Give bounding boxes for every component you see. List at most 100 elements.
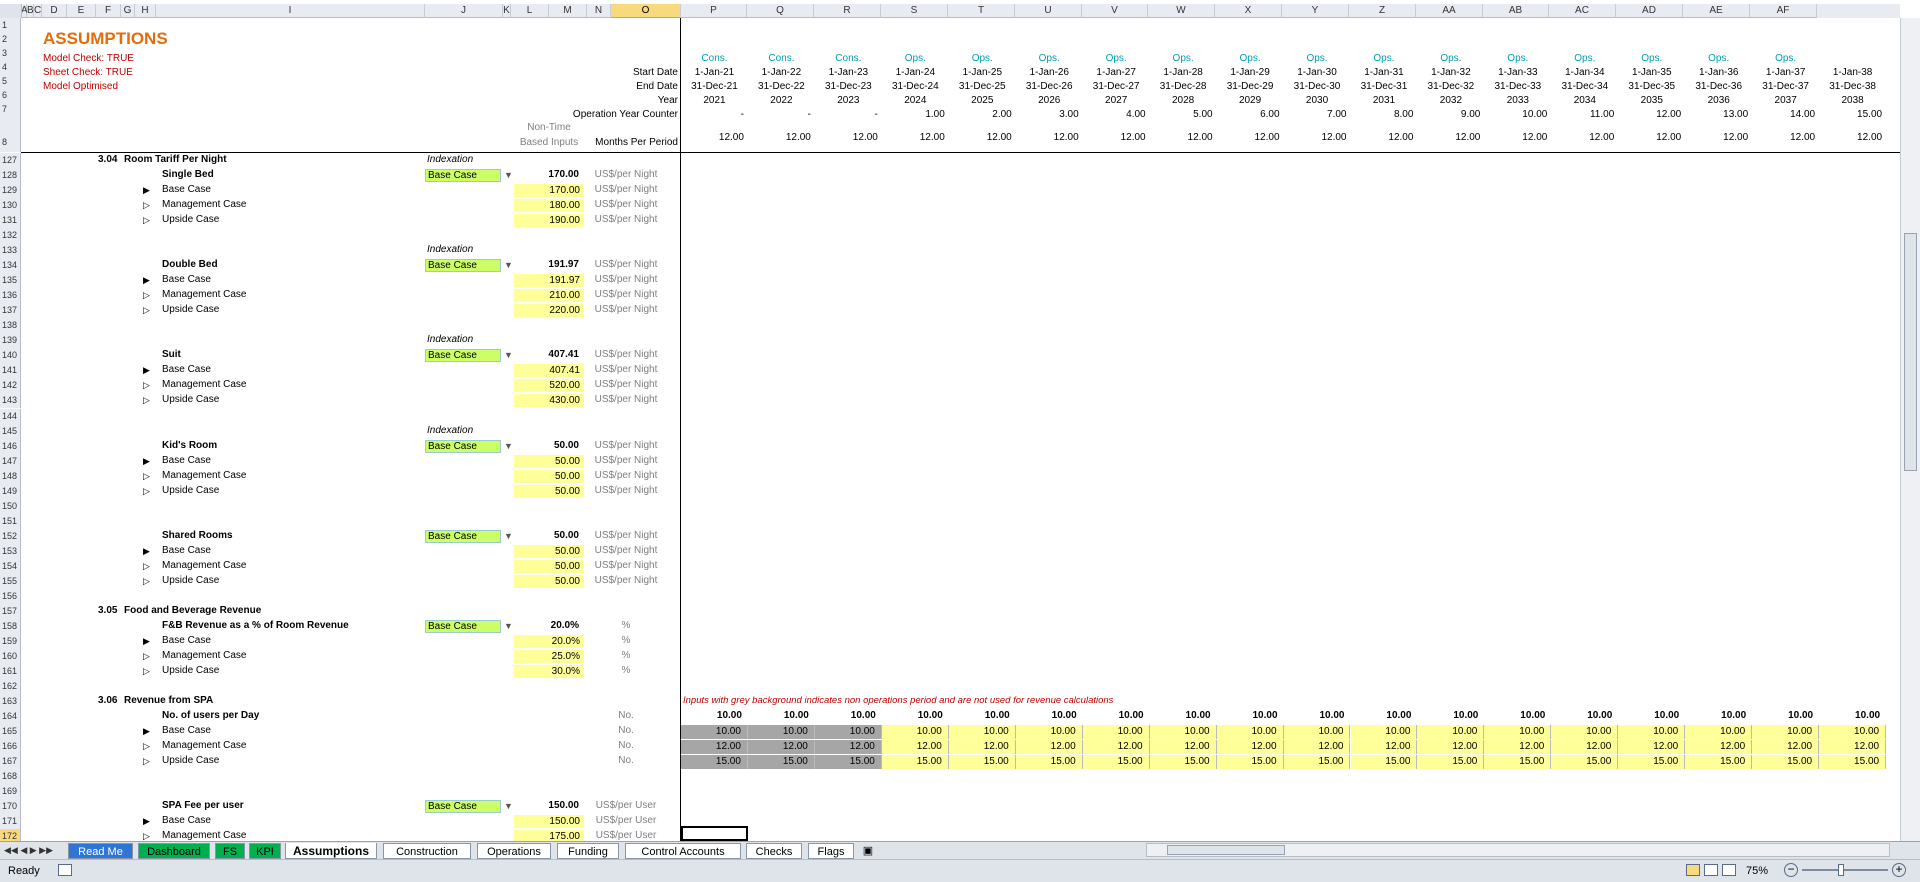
timeline-start-cell[interactable]: 1-Jan-26 <box>1016 66 1083 80</box>
spa-users-input[interactable]: 10.00 <box>1484 725 1552 740</box>
column-header-u[interactable]: U <box>1015 4 1082 18</box>
timeline-counter-cell[interactable]: 6.00 <box>1217 108 1279 122</box>
case-input[interactable]: 50.00 <box>514 544 584 558</box>
spa-users-input[interactable]: 15.00 <box>747 755 815 770</box>
column-header-c[interactable]: C <box>34 4 42 18</box>
timeline-months-cell[interactable]: 12.00 <box>748 131 811 145</box>
zoom-level[interactable]: 75% <box>1746 864 1768 878</box>
timeline-end-cell[interactable]: 31-Dec-35 <box>1618 80 1685 94</box>
spa-users-input[interactable]: 12.00 <box>1283 740 1351 755</box>
tab-nav-arrows[interactable]: ◀◀ ◀ ▶ ▶▶ <box>4 843 53 857</box>
timeline-year-cell[interactable]: 2025 <box>949 94 1016 108</box>
timeline-months-cell[interactable]: 12.00 <box>815 131 878 145</box>
timeline-year-cell[interactable]: 2037 <box>1752 94 1819 108</box>
timeline-end-cell[interactable]: 31-Dec-24 <box>882 80 949 94</box>
row-header-158[interactable]: 158 <box>0 618 21 634</box>
row-header-129[interactable]: 129 <box>0 183 21 199</box>
case-selector[interactable]: Base Case <box>425 259 501 273</box>
row-header-3[interactable]: 3 <box>0 46 21 60</box>
tab-checks[interactable]: Checks <box>746 843 802 859</box>
row-header-162[interactable]: 162 <box>0 679 21 695</box>
row-header-139[interactable]: 139 <box>0 333 21 349</box>
row-header-160[interactable]: 160 <box>0 648 21 664</box>
insert-sheet-icon[interactable]: ▣ <box>858 843 878 859</box>
row-header-1[interactable]: 1 <box>0 18 21 32</box>
timeline-counter-cell[interactable]: 1.00 <box>882 108 944 122</box>
timeline-months-cell[interactable]: 12.00 <box>1551 131 1614 145</box>
timeline-end-cell[interactable]: 31-Dec-28 <box>1150 80 1217 94</box>
timeline-months-cell[interactable]: 12.00 <box>1484 131 1547 145</box>
tab-flags[interactable]: Flags <box>808 843 854 859</box>
vertical-scrollbar-thumb[interactable] <box>1904 233 1917 471</box>
timeline-start-cell[interactable]: 1-Jan-38 <box>1819 66 1886 80</box>
timeline-year-cell[interactable]: 2028 <box>1150 94 1217 108</box>
case-selector[interactable]: Base Case <box>425 169 501 183</box>
row-header-154[interactable]: 154 <box>0 558 21 574</box>
spa-users-input[interactable]: 12.00 <box>1216 740 1284 755</box>
timeline-counter-cell[interactable]: 9.00 <box>1417 108 1480 122</box>
column-header-i[interactable]: I <box>156 4 425 18</box>
timeline-end-cell[interactable]: 31-Dec-37 <box>1752 80 1819 94</box>
column-header-v[interactable]: V <box>1082 4 1148 18</box>
timeline-start-cell[interactable]: 1-Jan-28 <box>1150 66 1217 80</box>
row-header-164[interactable]: 164 <box>0 709 21 725</box>
timeline-phase-cell[interactable]: Ops. <box>1284 52 1351 66</box>
tab-funding[interactable]: Funding <box>557 843 619 859</box>
column-header-p[interactable]: P <box>681 4 747 18</box>
timeline-end-cell[interactable]: 31-Dec-26 <box>1016 80 1083 94</box>
timeline-end-cell[interactable]: 31-Dec-31 <box>1351 80 1418 94</box>
row-header-137[interactable]: 137 <box>0 303 21 319</box>
spa-users-input[interactable]: 10.00 <box>1618 725 1686 740</box>
spa-users-input[interactable]: 15.00 <box>1484 755 1552 770</box>
case-input[interactable]: 150.00 <box>514 815 584 829</box>
spa-users-input[interactable]: 15.00 <box>1015 755 1083 770</box>
timeline-end-cell[interactable]: 31-Dec-21 <box>681 80 748 94</box>
timeline-phase-cell[interactable]: Cons. <box>681 52 748 66</box>
timeline-counter-cell[interactable]: - <box>815 108 877 122</box>
timeline-phase-cell[interactable]: Ops. <box>1351 52 1418 66</box>
timeline-phase-cell[interactable]: Ops. <box>1685 52 1752 66</box>
row-header-163[interactable]: 163 <box>0 694 21 710</box>
timeline-start-cell[interactable]: 1-Jan-30 <box>1284 66 1351 80</box>
spa-users-input[interactable]: 15.00 <box>1149 755 1217 770</box>
column-header-s[interactable]: S <box>881 4 948 18</box>
spa-users-input[interactable]: 15.00 <box>1216 755 1284 770</box>
spa-users-input[interactable]: 10.00 <box>1685 725 1753 740</box>
column-header-n[interactable]: N <box>587 4 611 18</box>
row-header-150[interactable]: 150 <box>0 498 21 514</box>
spa-users-input[interactable]: 12.00 <box>948 740 1016 755</box>
row-header-149[interactable]: 149 <box>0 483 21 499</box>
case-input[interactable]: 30.0% <box>514 665 584 679</box>
spa-users-input[interactable]: 10.00 <box>1283 725 1351 740</box>
horizontal-scrollbar[interactable] <box>1146 843 1890 857</box>
spa-users-input[interactable]: 12.00 <box>1618 740 1686 755</box>
column-header-e[interactable]: E <box>67 4 96 18</box>
spa-users-input[interactable]: 12.00 <box>1149 740 1217 755</box>
timeline-start-cell[interactable]: 1-Jan-24 <box>882 66 949 80</box>
timeline-end-cell[interactable]: 31-Dec-38 <box>1819 80 1886 94</box>
timeline-months-cell[interactable]: 12.00 <box>1150 131 1213 145</box>
timeline-year-cell[interactable]: 2038 <box>1819 94 1886 108</box>
case-input[interactable]: 25.0% <box>514 649 584 663</box>
row-header-145[interactable]: 145 <box>0 423 21 439</box>
spa-users-input[interactable]: 15.00 <box>1350 755 1418 770</box>
spa-users-input[interactable]: 10.00 <box>1015 725 1083 740</box>
timeline-counter-cell[interactable]: 4.00 <box>1083 108 1145 122</box>
spa-users-input[interactable]: 10.00 <box>1149 725 1217 740</box>
spa-users-input[interactable]: 12.00 <box>681 740 748 755</box>
timeline-months-cell[interactable]: 12.00 <box>1618 131 1681 145</box>
spa-users-input[interactable]: 15.00 <box>1685 755 1753 770</box>
spa-users-input[interactable]: 12.00 <box>1015 740 1083 755</box>
spa-users-input[interactable]: 10.00 <box>1216 725 1284 740</box>
timeline-phase-cell[interactable]: Cons. <box>815 52 882 66</box>
timeline-counter-cell[interactable]: 13.00 <box>1685 108 1748 122</box>
timeline-year-cell[interactable]: 2021 <box>681 94 748 108</box>
column-header-ab[interactable]: AB <box>1483 4 1549 18</box>
spa-users-input[interactable]: 15.00 <box>814 755 882 770</box>
column-header-y[interactable]: Y <box>1282 4 1349 18</box>
row-header-140[interactable]: 140 <box>0 348 21 364</box>
tab-kpi[interactable]: KPI <box>249 843 281 859</box>
column-header-r[interactable]: R <box>814 4 881 18</box>
row-header-133[interactable]: 133 <box>0 243 21 259</box>
column-header-aa[interactable]: AA <box>1416 4 1483 18</box>
